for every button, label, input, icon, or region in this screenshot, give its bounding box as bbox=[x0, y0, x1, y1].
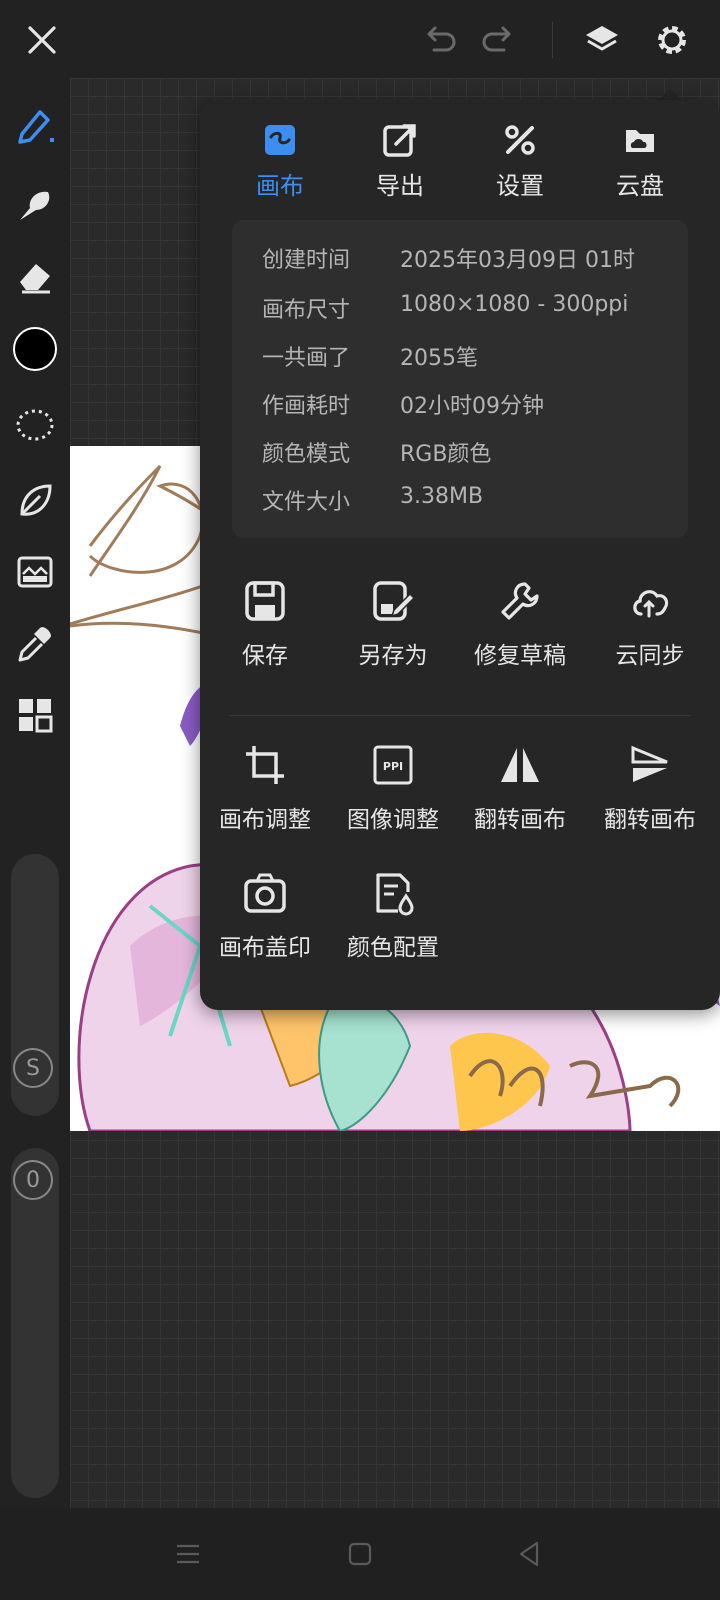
info-value: 02小时09分钟 bbox=[400, 394, 544, 419]
home-icon[interactable] bbox=[338, 1532, 382, 1576]
export-icon bbox=[383, 124, 416, 157]
info-key: 画布尺寸 bbox=[262, 298, 351, 323]
image-adjust-button[interactable]: PPI 图像调整 bbox=[328, 742, 458, 852]
action-label: 翻转画布 bbox=[474, 807, 566, 833]
redo-icon[interactable] bbox=[478, 18, 522, 62]
info-row-canvas-size: 画布尺寸 1080×1080 - 300ppi bbox=[262, 292, 682, 323]
canvas-info-box: 创建时间 2025年03月09日 01时 画布尺寸 1080×1080 - 30… bbox=[232, 220, 688, 538]
filter-tool-icon[interactable] bbox=[10, 546, 60, 596]
tab-label: 设置 bbox=[496, 172, 544, 200]
info-key: 文件大小 bbox=[262, 490, 351, 515]
info-value: 2025年03月09日 01时 bbox=[400, 248, 635, 273]
eyedropper-tool-icon[interactable] bbox=[10, 618, 60, 668]
info-key: 一共画了 bbox=[262, 346, 351, 371]
opacity-knob[interactable]: 0 bbox=[13, 1160, 53, 1200]
info-key: 创建时间 bbox=[262, 248, 351, 273]
info-value: 3.38MB bbox=[400, 484, 484, 509]
menu-divider bbox=[230, 715, 690, 716]
camera-icon bbox=[244, 873, 286, 913]
action-label: 修复草稿 bbox=[474, 643, 566, 669]
flip-vertical-icon bbox=[631, 745, 668, 782]
lasso-tool-icon[interactable] bbox=[10, 400, 60, 450]
action-label: 另存为 bbox=[358, 643, 428, 669]
action-label: 保存 bbox=[242, 643, 288, 669]
opacity-slider[interactable] bbox=[11, 1148, 59, 1498]
system-nav-bar bbox=[0, 1508, 720, 1600]
cloud-sync-icon bbox=[633, 590, 669, 618]
eraser-tool-icon[interactable] bbox=[10, 250, 60, 300]
gear-icon[interactable] bbox=[650, 18, 694, 62]
canvas-stamp-button[interactable]: 画布盖印 bbox=[200, 870, 330, 980]
action-label: 颜色配置 bbox=[347, 935, 439, 961]
wrench-icon bbox=[501, 582, 539, 620]
info-row-file-size: 文件大小 3.38MB bbox=[262, 484, 682, 515]
tab-cloud-drive[interactable]: 云盘 bbox=[585, 120, 695, 200]
tab-canvas[interactable]: 画布 bbox=[225, 120, 335, 200]
flip-horizontal-icon bbox=[501, 748, 539, 782]
color-profile-button[interactable]: 颜色配置 bbox=[328, 870, 458, 980]
svg-text:PPI: PPI bbox=[383, 760, 403, 773]
cloud-drive-icon bbox=[626, 130, 654, 152]
menu-icon[interactable] bbox=[166, 1532, 210, 1576]
tab-label: 云盘 bbox=[616, 172, 664, 200]
action-label: 画布调整 bbox=[219, 807, 311, 833]
info-value: 2055笔 bbox=[400, 346, 478, 371]
color-profile-icon bbox=[376, 873, 414, 916]
top-bar bbox=[0, 0, 720, 78]
info-row-created: 创建时间 2025年03月09日 01时 bbox=[262, 242, 682, 273]
action-label: 图像调整 bbox=[347, 807, 439, 833]
action-label: 画布盖印 bbox=[219, 935, 311, 961]
save-as-button[interactable]: 另存为 bbox=[328, 578, 458, 688]
info-row-time-spent: 作画耗时 02小时09分钟 bbox=[262, 388, 682, 419]
toolbar-divider bbox=[552, 22, 553, 58]
settings-tools-icon bbox=[505, 125, 535, 155]
save-button[interactable]: 保存 bbox=[200, 578, 330, 688]
flip-horizontal-button[interactable]: 翻转画布 bbox=[455, 742, 585, 852]
save-as-icon bbox=[373, 581, 416, 621]
smudge-tool-icon[interactable] bbox=[10, 180, 60, 230]
canvas-icon bbox=[265, 125, 295, 155]
layers-icon[interactable] bbox=[580, 18, 624, 62]
brush-tool-icon[interactable] bbox=[10, 100, 60, 150]
grid-tool-icon[interactable] bbox=[10, 690, 60, 740]
tab-export[interactable]: 导出 bbox=[345, 120, 455, 200]
brush-size-knob[interactable]: S bbox=[13, 1048, 53, 1088]
color-picker-swatch[interactable] bbox=[10, 324, 60, 374]
action-label: 翻转画布 bbox=[604, 807, 696, 833]
canvas-adjust-button[interactable]: 画布调整 bbox=[200, 742, 330, 852]
tab-settings[interactable]: 设置 bbox=[465, 120, 575, 200]
crop-icon bbox=[246, 746, 284, 784]
info-row-color-mode: 颜色模式 RGB颜色 bbox=[262, 436, 682, 467]
save-icon bbox=[245, 581, 285, 621]
leaf-tool-icon[interactable] bbox=[10, 476, 60, 526]
repair-draft-button[interactable]: 修复草稿 bbox=[455, 578, 585, 688]
info-value: 1080×1080 - 300ppi bbox=[400, 292, 629, 317]
tab-label: 画布 bbox=[256, 172, 304, 200]
action-label: 云同步 bbox=[615, 643, 685, 669]
info-value: RGB颜色 bbox=[400, 442, 492, 467]
undo-icon[interactable] bbox=[416, 18, 460, 62]
info-row-strokes: 一共画了 2055笔 bbox=[262, 340, 682, 371]
close-icon[interactable] bbox=[20, 18, 64, 62]
info-key: 颜色模式 bbox=[262, 442, 351, 467]
canvas-menu-panel: 画布 导出 设置 云盘 创建时间 2025年03月09日 01时 画布尺寸 10… bbox=[200, 100, 720, 1010]
flip-vertical-button[interactable]: 翻转画布 bbox=[585, 742, 715, 852]
back-icon[interactable] bbox=[508, 1532, 552, 1576]
left-toolbar: S 0 bbox=[0, 78, 70, 1508]
info-key: 作画耗时 bbox=[262, 394, 351, 419]
tab-label: 导出 bbox=[376, 172, 424, 200]
cloud-sync-button[interactable]: 云同步 bbox=[585, 578, 715, 688]
ppi-icon: PPI bbox=[373, 745, 413, 785]
